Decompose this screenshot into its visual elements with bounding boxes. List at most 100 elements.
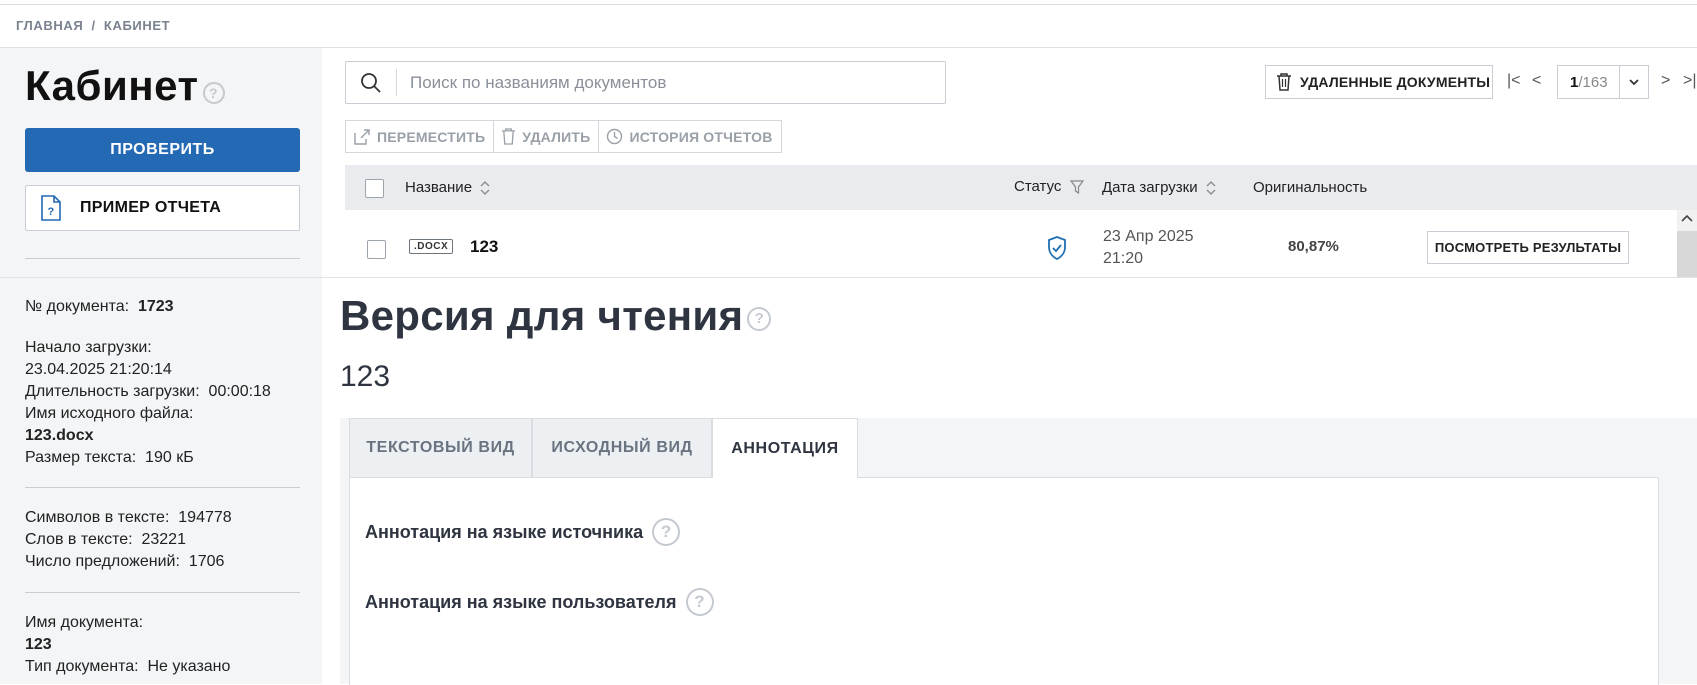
column-date[interactable]: Дата загрузки: [1102, 179, 1216, 196]
text-size-value: 190 кБ: [145, 449, 194, 466]
doc-info: Имя документа: 123 Тип документа: Не ука…: [25, 612, 230, 678]
tab-annotation[interactable]: АННОТАЦИЯ: [712, 418, 858, 478]
help-icon[interactable]: ?: [202, 81, 225, 104]
search-input[interactable]: [408, 68, 932, 98]
tab-source-view[interactable]: ИСХОДНЫЙ ВИД: [532, 418, 712, 477]
chevron-down-icon[interactable]: [1619, 66, 1648, 98]
page-current: 1: [1570, 73, 1579, 91]
column-date-label: Дата загрузки: [1102, 179, 1198, 196]
column-name-label: Название: [405, 179, 473, 196]
page-select[interactable]: 1/163: [1557, 65, 1649, 99]
upload-start-value: 23.04.2025 21:20:14: [25, 361, 172, 378]
breadcrumb-home[interactable]: ГЛАВНАЯ: [16, 18, 83, 33]
check-button[interactable]: ПРОВЕРИТЬ: [25, 128, 300, 172]
delete-label: УДАЛИТЬ: [522, 128, 591, 145]
annotation-user-heading: Аннотация на языке пользователя ?: [365, 588, 714, 616]
deleted-documents-label: УДАЛЕННЫЕ ДОКУМЕНТЫ: [1300, 74, 1491, 90]
annotation-user-label: Аннотация на языке пользователя: [365, 591, 677, 612]
upload-date-day: 23 Апр 2025: [1103, 228, 1194, 245]
help-icon[interactable]: ?: [685, 588, 714, 616]
doc-number-value: 1723: [137, 298, 174, 315]
prev-page-icon[interactable]: <: [1532, 72, 1541, 90]
originality-value: 80,87%: [1288, 238, 1339, 255]
reader-doc-name: 123: [340, 360, 391, 393]
filter-icon: [1069, 180, 1084, 195]
chars-label: Символов в тексте:: [25, 509, 170, 526]
first-page-icon[interactable]: |<: [1507, 72, 1521, 90]
report-history-label: ИСТОРИЯ ОТЧЕТОВ: [629, 128, 773, 145]
text-stats: Символов в тексте: 194778 Слов в тексте:…: [25, 507, 232, 573]
view-results-button[interactable]: ПОСМОТРЕТЬ РЕЗУЛЬТАТЫ: [1427, 231, 1629, 264]
column-name[interactable]: Название: [405, 179, 490, 196]
doc-name-value: 123: [25, 636, 52, 653]
move-icon: [354, 128, 370, 145]
scrollbar-thumb[interactable]: [1677, 231, 1697, 277]
doc-type-label: Тип документа:: [25, 658, 139, 675]
search-box: [345, 61, 946, 104]
breadcrumb-separator: /: [91, 18, 96, 33]
upload-date: 23 Апр 2025 21:20: [1103, 226, 1194, 270]
top-line: [0, 4, 1697, 5]
doc-number-label: № документа:: [25, 298, 130, 315]
sort-icon: [480, 181, 490, 195]
words-value: 23221: [141, 531, 186, 548]
section-divider: [0, 277, 1697, 278]
upload-info: Начало загрузки: 23.04.2025 21:20:14 Дли…: [25, 337, 271, 469]
source-file-label: Имя исходного файла:: [25, 405, 194, 422]
sidebar-divider: [25, 258, 300, 259]
search-icon[interactable]: [360, 72, 382, 94]
delete-button[interactable]: УДАЛИТЬ: [494, 121, 600, 152]
column-status-label: Статус: [1014, 178, 1062, 195]
breadcrumb: ГЛАВНАЯ / КАБИНЕТ: [16, 18, 170, 33]
shield-check-icon: [1048, 236, 1066, 260]
document-toolbar: ПЕРЕМЕСТИТЬ УДАЛИТЬ ИСТОРИЯ ОТЧЕТОВ: [345, 120, 782, 153]
upload-duration: Длительность загрузки: 00:00:18: [25, 381, 271, 403]
select-all-checkbox[interactable]: [365, 179, 384, 198]
file-type-badge: .DOCX: [409, 239, 454, 254]
help-icon[interactable]: ?: [747, 306, 772, 331]
column-originality-label: Оригинальность: [1253, 179, 1368, 196]
table-row[interactable]: .DOCX 123 23 Апр 2025 21:20 80,87% ПОСМО…: [345, 210, 1697, 277]
report-icon: ?: [41, 195, 61, 221]
trash-icon: [502, 128, 516, 145]
table-header: Название Статус Дата загрузки Оригинальн…: [345, 165, 1697, 210]
chars-value: 194778: [178, 509, 232, 526]
breadcrumb-current: КАБИНЕТ: [103, 18, 171, 33]
deleted-documents-button[interactable]: УДАЛЕННЫЕ ДОКУМЕНТЫ: [1265, 65, 1493, 99]
source-file-value: 123.docx: [25, 427, 94, 444]
row-checkbox[interactable]: [367, 240, 386, 259]
move-button[interactable]: ПЕРЕМЕСТИТЬ: [346, 121, 495, 152]
doc-number: № документа: 1723: [25, 296, 174, 318]
next-page-icon[interactable]: >: [1661, 72, 1670, 90]
sidebar-divider: [25, 487, 300, 488]
search-separator: [396, 69, 397, 96]
page-title: Кабинет?: [25, 62, 225, 110]
report-history-button[interactable]: ИСТОРИЯ ОТЧЕТОВ: [599, 121, 780, 152]
sentences-value: 1706: [188, 553, 225, 570]
last-page-icon[interactable]: >|: [1683, 72, 1697, 90]
annotation-source-heading: Аннотация на языке источника ?: [365, 518, 681, 546]
page-title-text: Кабинет: [25, 62, 199, 109]
document-name-link[interactable]: 123: [470, 237, 498, 257]
doc-type-value: Не указано: [147, 658, 231, 675]
reader-title-text: Версия для чтения: [340, 292, 744, 339]
scroll-up-icon[interactable]: [1681, 214, 1693, 222]
text-size-label: Размер текста:: [25, 449, 137, 466]
move-label: ПЕРЕМЕСТИТЬ: [377, 128, 486, 145]
sample-report-button[interactable]: ? ПРИМЕР ОТЧЕТА: [25, 185, 300, 231]
help-icon[interactable]: ?: [652, 518, 681, 546]
svg-text:?: ?: [47, 206, 54, 218]
sort-icon: [1206, 181, 1216, 195]
history-icon: [607, 128, 623, 145]
text-size: Размер текста: 190 кБ: [25, 447, 271, 469]
upload-duration-value: 00:00:18: [208, 383, 271, 400]
page-total: /163: [1578, 73, 1608, 91]
column-status[interactable]: Статус: [1014, 178, 1084, 195]
tab-text-view[interactable]: ТЕКСТОВЫЙ ВИД: [349, 418, 532, 477]
upload-duration-label: Длительность загрузки:: [25, 383, 200, 400]
trash-icon: [1277, 73, 1291, 91]
upload-start-label: Начало загрузки:: [25, 339, 152, 356]
reader-title: Версия для чтения?: [340, 292, 772, 340]
annotation-panel: [349, 477, 1659, 685]
sidebar-divider: [25, 592, 300, 593]
